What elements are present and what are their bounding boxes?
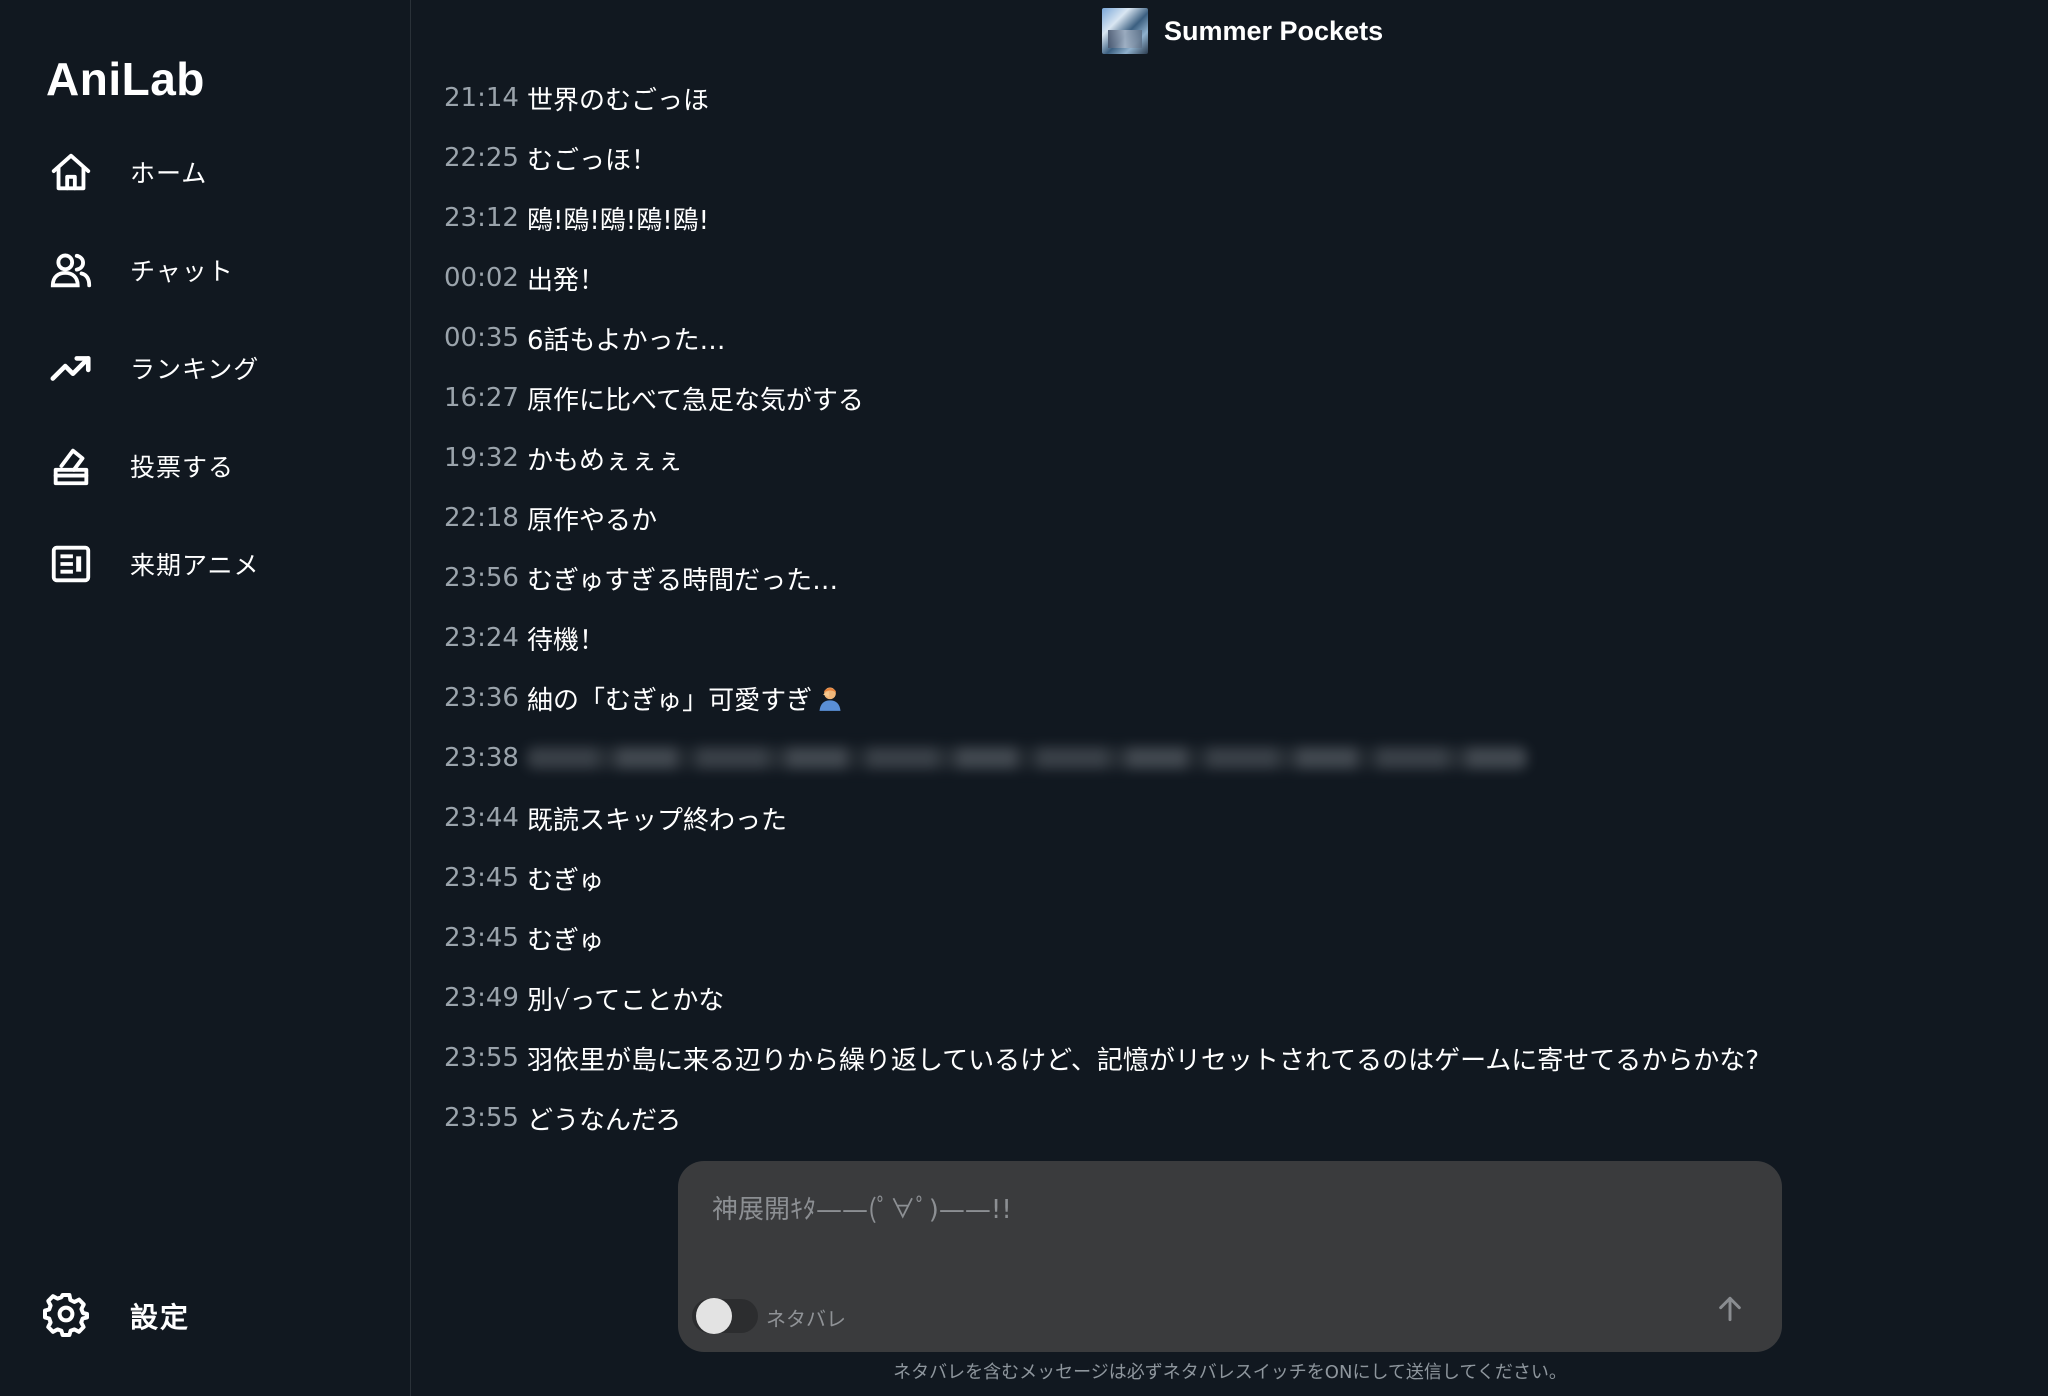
- message-time: 23:56: [444, 563, 519, 593]
- message-composer: ネタバレ: [678, 1161, 1782, 1352]
- chat-message: 23:36 紬の「むぎゅ」可愛すぎ: [444, 668, 2004, 728]
- chat-message: 22:18 原作やるか: [444, 488, 2004, 548]
- sidebar-item-vote[interactable]: 投票する: [46, 436, 366, 496]
- gear-icon: [42, 1290, 90, 1342]
- message-time: 23:12: [444, 203, 519, 233]
- message-text: どうなんだろ: [526, 1105, 682, 1136]
- message-text: 紬の「むぎゅ」可愛すぎ: [526, 685, 813, 716]
- chat-main: Summer Pockets 21:14 世界のむごっほ 22:25 むごっほ！ 23:…: [412, 0, 2048, 1396]
- message-time: 23:45: [444, 923, 519, 953]
- message-text: 原作に比べて急足な気がする: [526, 385, 864, 416]
- chat-message: 00:02 出発！: [444, 248, 2004, 308]
- message-text: むぎゅすぎる時間だった…: [526, 565, 839, 596]
- sidebar-item-label: ホーム: [130, 159, 208, 188]
- message-time: 00:02: [444, 263, 519, 293]
- message-text: 原作やるか: [526, 505, 657, 536]
- message-text: 待機！: [526, 625, 605, 656]
- message-text: 出発！: [526, 265, 605, 296]
- message-list: 21:14 世界のむごっほ 22:25 むごっほ！ 23:12 鴎!鴎!鴎!鴎!鴎! 00:…: [444, 68, 2004, 1148]
- message-time: 21:14: [444, 83, 519, 113]
- trending-up-icon: [46, 343, 96, 393]
- arrow-up-icon: [1714, 1293, 1746, 1329]
- chat-message: 19:32 かもめぇぇぇ: [444, 428, 2004, 488]
- chat-message: 00:35 6話もよかった…: [444, 308, 2004, 368]
- chat-message: 23:56 むぎゅすぎる時間だった…: [444, 548, 2004, 608]
- message-input[interactable]: [710, 1179, 1734, 1241]
- spoiler-label: ネタバレ: [766, 1307, 846, 1331]
- sidebar-item-label: チャット: [130, 257, 234, 286]
- sidebar-item-chat[interactable]: チャット: [46, 240, 366, 300]
- sidebar-item-label: 投票する: [130, 453, 235, 482]
- spoiler-message-text[interactable]: [526, 747, 1527, 769]
- chat-message: 23:24 待機！: [444, 608, 2004, 668]
- chat-header: Summer Pockets: [1102, 8, 1383, 54]
- message-text: 別√ってことかな: [526, 985, 725, 1016]
- app-root: AniLab ホーム チャット ランキング 投票する 来期アニメ 設定 Summ…: [0, 0, 2048, 1396]
- message-text: 6話もよかった…: [526, 325, 726, 356]
- settings-button[interactable]: 設定: [42, 1290, 190, 1342]
- sidebar-item-label: 来期アニメ: [130, 551, 260, 580]
- spoiler-notice: ネタバレを含むメッセージは必ずネタバレスイッチをONにして送信してください。: [893, 1362, 1567, 1383]
- message-text: 世界のむごっほ: [526, 85, 709, 116]
- chat-message: 23:55 どうなんだろ: [444, 1088, 2004, 1148]
- message-text: 羽依里が島に来る辺りから繰り返しているけど、記憶がリセットされてるのはゲームに寄…: [526, 1045, 1760, 1076]
- app-logo[interactable]: AniLab: [46, 52, 205, 106]
- news-icon: [46, 539, 96, 589]
- home-icon: [46, 147, 96, 197]
- chat-message: 23:55 羽依里が島に来る辺りから繰り返しているけど、記憶がリセットされてるのは…: [444, 1028, 2004, 1088]
- message-text: むぎゅ: [526, 865, 605, 896]
- chat-message: 21:14 世界のむごっほ: [444, 68, 2004, 128]
- settings-label: 設定: [130, 1301, 191, 1334]
- vote-box-icon: [46, 441, 96, 491]
- message-time: 00:35: [444, 323, 519, 353]
- chat-message: 23:49 別√ってことかな: [444, 968, 2004, 1028]
- users-icon: [46, 245, 96, 295]
- chat-message: 23:38: [444, 728, 2004, 788]
- send-button[interactable]: [1708, 1289, 1752, 1333]
- sidebar: AniLab ホーム チャット ランキング 投票する 来期アニメ 設定: [0, 0, 411, 1396]
- spoiler-toggle[interactable]: [692, 1297, 758, 1335]
- message-time: 23:49: [444, 983, 519, 1013]
- message-time: 19:32: [444, 443, 519, 473]
- message-text: 既読スキップ終わった: [526, 805, 787, 836]
- chat-title: Summer Pockets: [1164, 15, 1384, 46]
- anime-thumbnail: [1102, 8, 1148, 54]
- message-time: 22:18: [444, 503, 519, 533]
- message-time: 23:24: [444, 623, 519, 653]
- spoiler-toggle-knob: [696, 1298, 732, 1334]
- sidebar-item-ranking[interactable]: ランキング: [46, 338, 366, 398]
- message-time: 23:36: [444, 683, 519, 713]
- message-text: むごっほ！: [526, 145, 657, 176]
- message-time: 23:44: [444, 803, 519, 833]
- sidebar-item-next-season[interactable]: 来期アニメ: [46, 534, 366, 594]
- chat-message: 23:45 むぎゅ: [444, 848, 2004, 908]
- message-time: 23:38: [444, 743, 519, 773]
- chat-message: 22:25 むごっほ！: [444, 128, 2004, 188]
- chat-message: 23:45 むぎゅ: [444, 908, 2004, 968]
- chat-message: 23:44 既読スキップ終わった: [444, 788, 2004, 848]
- message-time: 23:55: [444, 1043, 519, 1073]
- sidebar-item-label: ランキング: [130, 355, 260, 384]
- person-facepalming-emoji: [816, 684, 844, 712]
- message-text: むぎゅ: [526, 925, 605, 956]
- message-text: かもめぇぇぇ: [526, 445, 683, 476]
- message-time: 23:45: [444, 863, 519, 893]
- message-time: 16:27: [444, 383, 519, 413]
- sidebar-item-home[interactable]: ホーム: [46, 142, 366, 202]
- message-text: 鴎!鴎!鴎!鴎!鴎!: [526, 205, 710, 236]
- chat-message: 16:27 原作に比べて急足な気がする: [444, 368, 2004, 428]
- chat-message: 23:12 鴎!鴎!鴎!鴎!鴎!: [444, 188, 2004, 248]
- message-time: 22:25: [444, 143, 519, 173]
- message-time: 23:55: [444, 1103, 519, 1133]
